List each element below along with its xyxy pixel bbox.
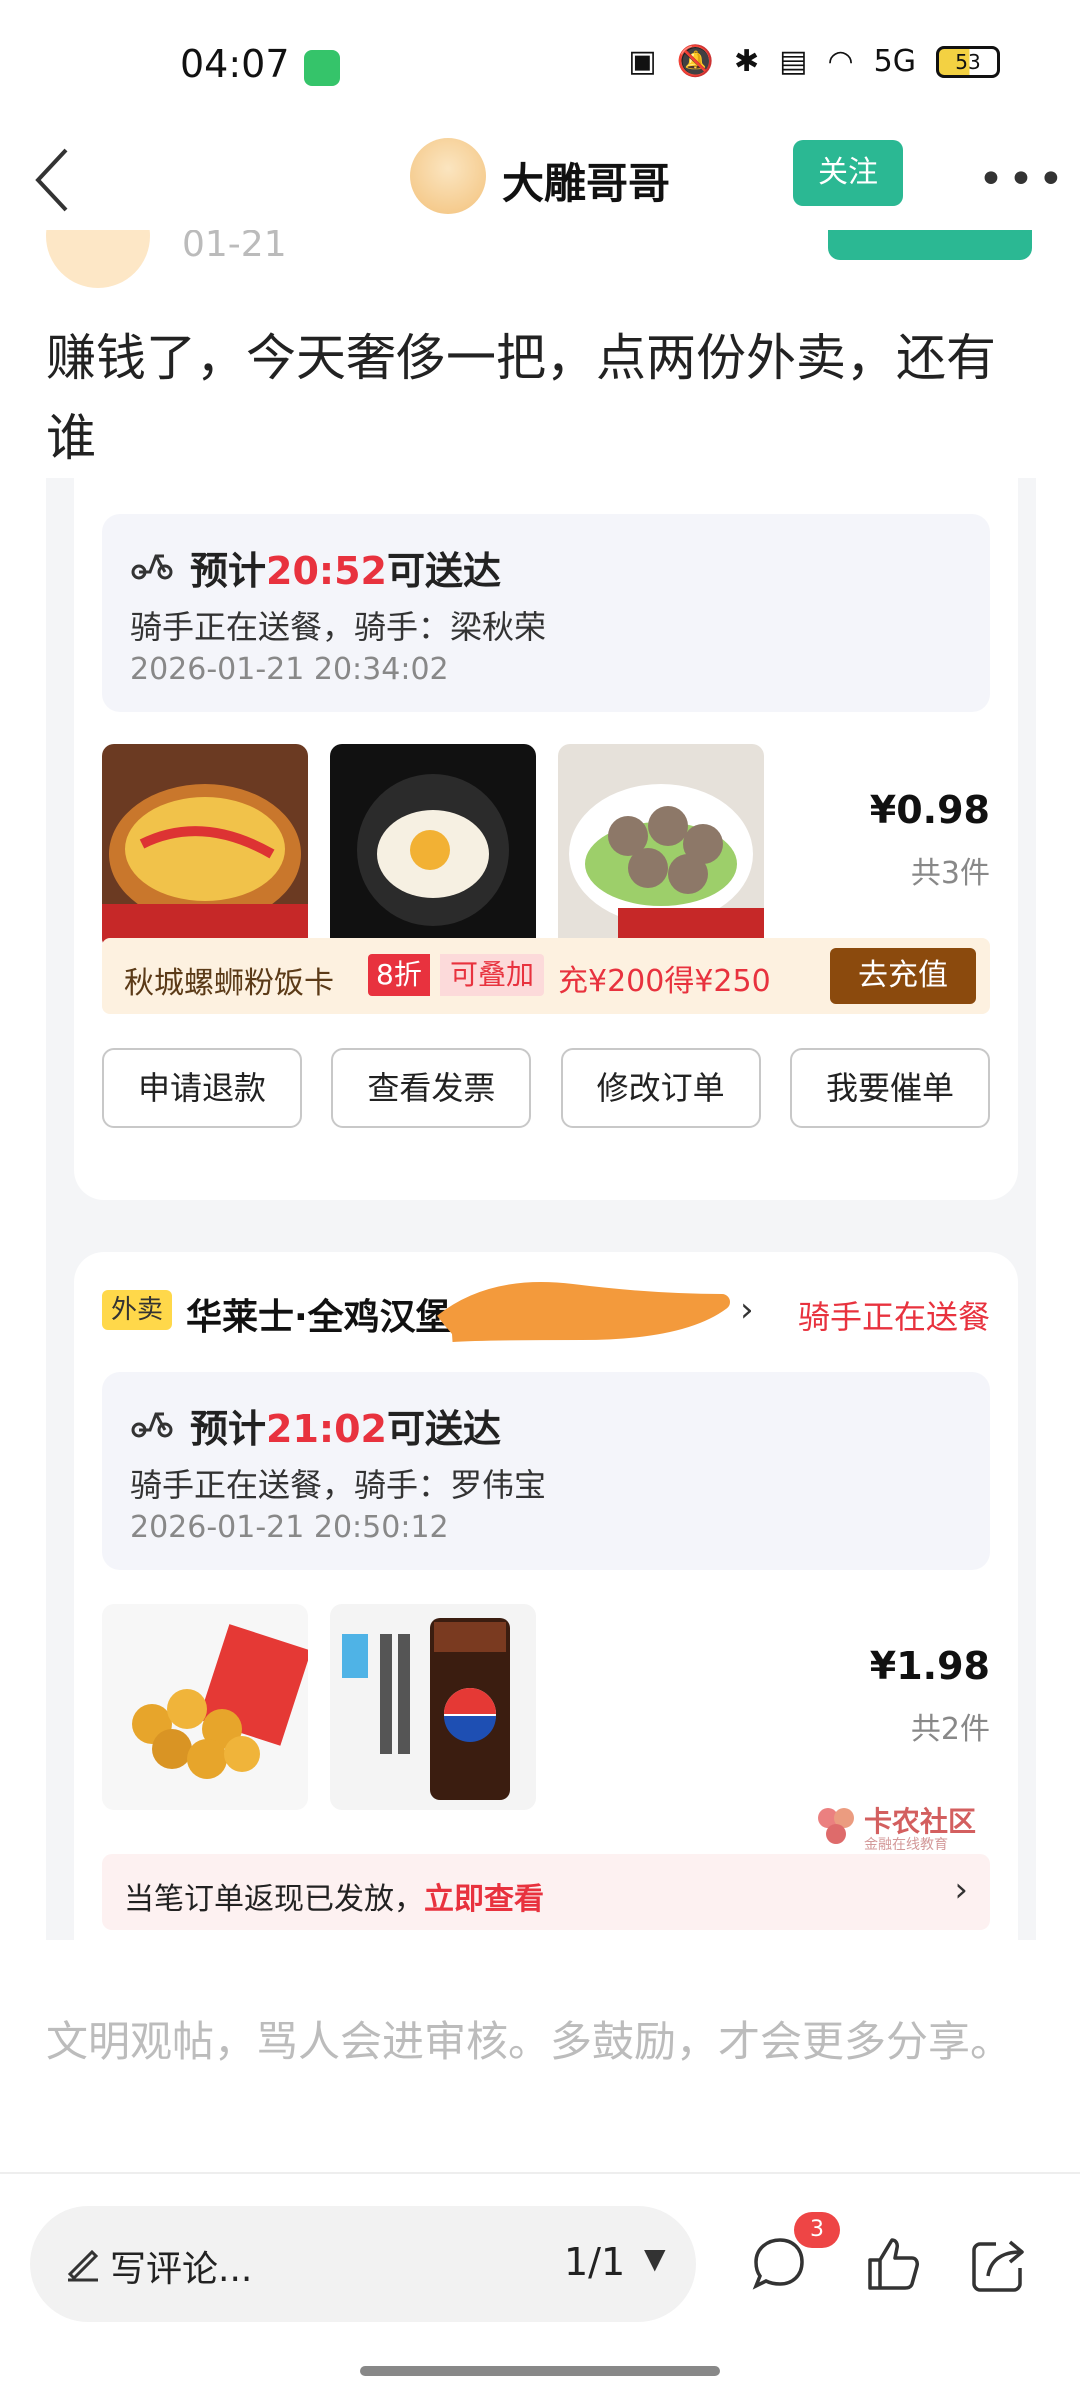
- delivery-eta-box: 预计21:02可送达 骑手正在送餐，骑手：罗伟宝 2026-01-21 20:5…: [102, 1372, 990, 1570]
- item-count: 共2件: [910, 1712, 990, 1747]
- comment-input[interactable]: 写评论... 1/1 ▼: [30, 2206, 696, 2322]
- comment-count-badge: 3: [794, 2212, 840, 2248]
- nfc-icon: ▣: [628, 44, 657, 79]
- back-icon[interactable]: [26, 140, 86, 220]
- food-thumb-meatballs[interactable]: [558, 744, 764, 950]
- top-nav: 大雕哥哥 关注 •••: [0, 130, 1080, 230]
- store-row[interactable]: 外卖 华莱士·全鸡汉堡 › 骑手正在送餐: [102, 1282, 990, 1342]
- share-icon[interactable]: [966, 2232, 1030, 2296]
- redaction-scribble: [437, 1282, 730, 1342]
- food-thumb-pepsi[interactable]: [330, 1604, 536, 1810]
- recharge-button[interactable]: 去充值: [830, 948, 976, 1004]
- store-name[interactable]: 华莱士·全鸡汉堡: [186, 1288, 452, 1340]
- bluetooth-icon: ✱: [733, 44, 760, 79]
- food-thumb-popcorn-chicken[interactable]: [102, 1604, 308, 1810]
- eta-title: 预计21:02可送达: [190, 1407, 501, 1451]
- promo-discount-badge: 8折: [368, 954, 430, 996]
- order-status: 骑手正在送餐: [797, 1298, 990, 1336]
- status-icons: ▣ 🔕 ✱ ▤ ◠ 5G 53: [628, 44, 1000, 79]
- delivery-tag: 外卖: [102, 1290, 172, 1330]
- promo-banner[interactable]: 秋城螺蛳粉饭卡 8折 可叠加 充¥200得¥250 去充值: [102, 938, 990, 1014]
- signal-icon: 5G: [873, 44, 916, 79]
- food-thumb-egg[interactable]: [330, 744, 536, 950]
- order-actions: 申请退款 查看发票 修改订单 我要催单: [102, 1048, 990, 1128]
- user-name[interactable]: 大雕哥哥: [502, 150, 670, 211]
- battery-icon: 53: [936, 45, 1000, 78]
- order-card-1: 预计20:52可送达 骑手正在送餐，骑手：梁秋荣 2026-01-21 20:3…: [74, 478, 1018, 1200]
- home-indicator[interactable]: [360, 2366, 720, 2376]
- mute-icon: 🔕: [676, 44, 714, 79]
- modify-order-button[interactable]: 修改订单: [560, 1048, 761, 1128]
- author-follow-button[interactable]: [828, 230, 1032, 260]
- chevron-right-icon: ›: [954, 1870, 968, 1910]
- promo-stackable-badge: 可叠加: [440, 954, 545, 996]
- cashback-link[interactable]: 立即查看: [424, 1882, 544, 1917]
- author-avatar[interactable]: [46, 230, 150, 288]
- like-icon[interactable]: [860, 2232, 924, 2296]
- post-date: 01-21: [182, 230, 287, 265]
- more-icon[interactable]: •••: [978, 154, 1068, 205]
- follow-button[interactable]: 关注: [793, 140, 903, 206]
- post-image[interactable]: 预计20:52可送达 骑手正在送餐，骑手：梁秋荣 2026-01-21 20:3…: [46, 478, 1036, 1940]
- eta-title: 预计20:52可送达: [190, 549, 501, 593]
- rider-info: 骑手正在送餐，骑手：罗伟宝: [130, 1466, 547, 1504]
- pencil-icon: [67, 2249, 99, 2282]
- page-indicator[interactable]: 1/1: [564, 2240, 625, 2284]
- avatar[interactable]: [410, 138, 486, 214]
- order-timestamp: 2026-01-21 20:50:12: [130, 1510, 449, 1545]
- food-thumb-noodles[interactable]: [102, 744, 308, 950]
- kanong-logo-icon: [818, 1808, 854, 1844]
- cashback-text: 当笔订单返现已发放，: [124, 1882, 424, 1917]
- comment-placeholder: 写评论...: [110, 2249, 253, 2290]
- app-notification-icon: [304, 50, 340, 86]
- author-row: 01-21: [0, 230, 1080, 290]
- cashback-banner[interactable]: 当笔订单返现已发放，立即查看 ›: [102, 1854, 990, 1930]
- scooter-icon: [131, 1412, 173, 1438]
- caret-down-icon[interactable]: ▼: [644, 2242, 666, 2275]
- scooter-icon: [131, 554, 173, 580]
- invoice-button[interactable]: 查看发票: [331, 1048, 532, 1128]
- wifi-icon: ◠: [827, 44, 854, 79]
- hd-icon: ▤: [779, 44, 808, 79]
- comment-hint: 文明观帖，骂人会进审核。多鼓励，才会更多分享。: [46, 2017, 1013, 2066]
- delivery-eta-box: 预计20:52可送达 骑手正在送餐，骑手：梁秋荣 2026-01-21 20:3…: [102, 514, 990, 712]
- order-card-2: 外卖 华莱士·全鸡汉堡 › 骑手正在送餐 预计21:02可送达 骑手正在送餐，骑…: [74, 1252, 1018, 1940]
- watermark: 卡农社区 金融在线教育: [814, 1800, 1014, 1860]
- refund-button[interactable]: 申请退款: [102, 1048, 302, 1128]
- post-text: 赚钱了，今天奢侈一把，点两份外卖，还有谁: [46, 329, 996, 467]
- order-price: ¥0.98: [869, 788, 990, 832]
- status-time: 04:07: [180, 42, 290, 86]
- status-bar: 04:07 ▣ 🔕 ✱ ▤ ◠ 5G 53: [0, 0, 1080, 130]
- promo-card-name: 秋城螺蛳粉饭卡: [124, 966, 334, 1001]
- urge-order-button[interactable]: 我要催单: [789, 1048, 990, 1128]
- chevron-right-icon: ›: [740, 1290, 754, 1330]
- order-price: ¥1.98: [869, 1644, 990, 1688]
- promo-offer: 充¥200得¥250: [558, 964, 771, 999]
- rider-info: 骑手正在送餐，骑手：梁秋荣: [130, 608, 547, 646]
- order-timestamp: 2026-01-21 20:34:02: [130, 652, 449, 687]
- item-count: 共3件: [910, 856, 990, 891]
